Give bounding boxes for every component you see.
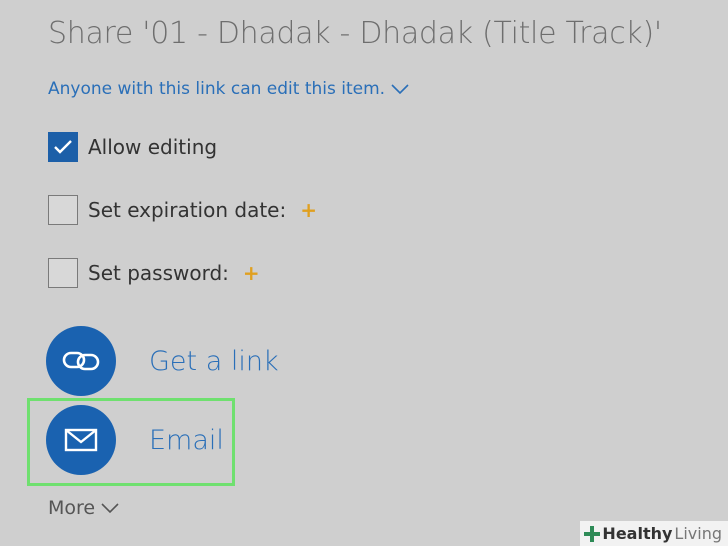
get-link-label: Get a link <box>149 345 279 377</box>
get-link-button[interactable]: Get a link <box>46 326 279 396</box>
option-allow-editing[interactable]: Allow editing <box>48 132 217 162</box>
link-icon <box>46 326 116 396</box>
premium-plus-icon: + <box>300 198 317 222</box>
watermark: Healthy Living <box>580 521 728 546</box>
envelope-icon <box>46 405 116 475</box>
page-title: Share '01 - Dhadak - Dhadak (Title Track… <box>48 16 662 51</box>
set-password-checkbox[interactable] <box>48 258 78 288</box>
chevron-down-icon <box>391 83 409 95</box>
watermark-suffix: Living <box>674 524 722 543</box>
set-password-label: Set password: <box>88 261 229 285</box>
premium-plus-icon: + <box>242 261 260 285</box>
email-label: Email <box>149 424 224 456</box>
option-expiration-date[interactable]: Set expiration date: + <box>48 195 317 225</box>
more-label: More <box>48 497 96 519</box>
option-set-password[interactable]: Set password: + <box>48 258 260 288</box>
watermark-brand: Healthy <box>602 524 673 543</box>
more-dropdown[interactable]: More <box>48 497 119 519</box>
link-permission-label: Anyone with this link can edit this item… <box>48 79 386 99</box>
expiration-date-checkbox[interactable] <box>48 195 78 225</box>
allow-editing-checkbox[interactable] <box>48 132 78 162</box>
chevron-down-icon <box>101 497 119 519</box>
checkmark-icon <box>54 140 72 154</box>
email-button[interactable]: Email <box>46 405 224 475</box>
expiration-date-label: Set expiration date: <box>88 198 287 222</box>
cross-logo-icon <box>584 525 601 542</box>
allow-editing-label: Allow editing <box>88 135 218 159</box>
link-permission-dropdown[interactable]: Anyone with this link can edit this item… <box>48 79 409 99</box>
